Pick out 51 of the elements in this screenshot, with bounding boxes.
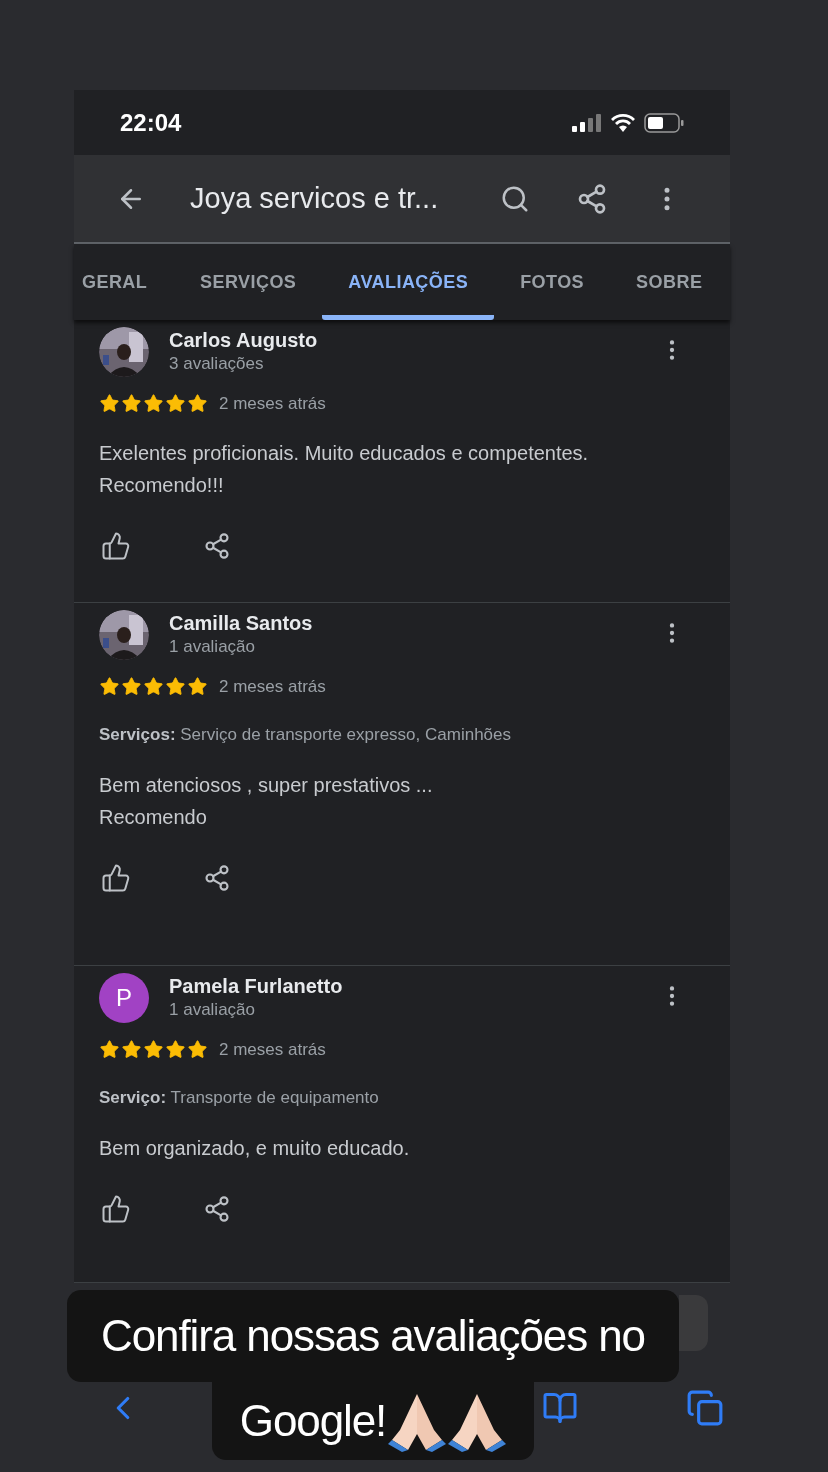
star-icon [187, 1039, 208, 1061]
star-icon [121, 393, 142, 415]
star-icon [121, 676, 142, 698]
review-text: Bem atenciosos , super prestativos ... Recomendo [99, 773, 434, 830]
share-icon[interactable] [203, 1195, 231, 1223]
tab[interactable]: GERAL [74, 244, 174, 320]
caption-text: Google! [239, 1395, 387, 1447]
tab[interactable]: FOTOS [494, 244, 611, 320]
reviewer-name: Camilla Santos [169, 611, 314, 636]
reviewer-name: Pamela Furlanetto [169, 974, 344, 999]
star-icon [121, 1039, 142, 1061]
like-icon[interactable] [101, 530, 131, 561]
review-time: 2 meses atrás [219, 676, 326, 698]
star-icon [99, 393, 120, 415]
star-icon [165, 393, 186, 415]
review-time: 2 meses atrás [219, 393, 326, 415]
review-text: Bem organizado, e muito educado. [99, 1136, 411, 1161]
status-time: 22:04 [120, 107, 182, 138]
bookmarks-icon[interactable] [542, 1390, 578, 1426]
url-field[interactable] [679, 1295, 708, 1351]
review-services: Serviços: Serviço de transporte expresso, Caminhões [99, 723, 512, 746]
review-text: Exelentes proficionais. Muito educados e competentes. Recomendo!!! [99, 440, 590, 498]
star-icon [187, 676, 208, 698]
share-icon[interactable] [203, 864, 231, 892]
star-icon [143, 676, 164, 698]
reviewer-name: Carlos Augusto [169, 328, 319, 353]
like-icon[interactable] [101, 863, 131, 893]
battery-icon [644, 112, 684, 133]
star-icon [165, 676, 186, 698]
share-icon[interactable] [203, 531, 231, 560]
review-count: 1 avaliação [169, 636, 256, 658]
tab[interactable]: SERVIÇOS [174, 244, 323, 320]
star-icon [143, 393, 164, 415]
like-icon[interactable] [101, 1194, 131, 1224]
signal-icon [572, 113, 602, 132]
tabs-icon[interactable] [686, 1389, 724, 1427]
place-title: Joya servicos e tr... [190, 180, 440, 216]
tab[interactable]: AVALIAÇÕES [322, 244, 495, 320]
star-icon [143, 1039, 164, 1061]
wifi-icon [610, 113, 636, 132]
review-services: Serviço: Transporte de equipamento [99, 1086, 380, 1109]
avatar: P [99, 973, 149, 1023]
star-icon [99, 676, 120, 698]
share-icon[interactable] [576, 182, 608, 215]
tab[interactable]: SOBRE [610, 244, 729, 320]
review-count: 1 avaliação [169, 999, 256, 1021]
star-icon [187, 393, 208, 415]
review-count: 3 avaliações [169, 353, 265, 375]
star-icon [165, 1039, 186, 1061]
review-time: 2 meses atrás [219, 1039, 326, 1061]
star-icon [99, 1039, 120, 1061]
